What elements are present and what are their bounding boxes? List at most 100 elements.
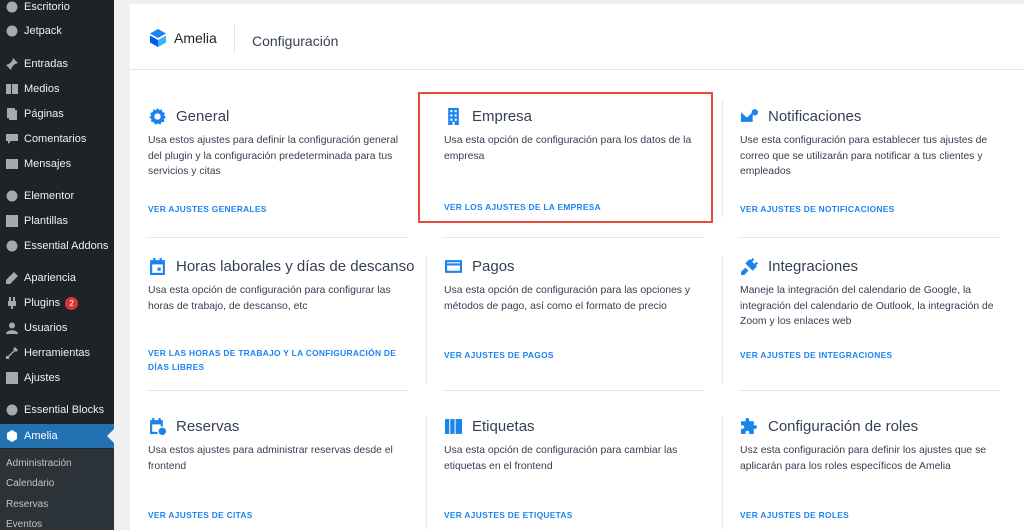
settings-card-horas-laborales: Horas laborales y días de descanso Usa e… [148, 255, 438, 372]
view-roles-settings-link[interactable]: VER AJUSTES DE ROLES [740, 509, 1000, 523]
essential-blocks-icon [6, 404, 18, 416]
card-description: Usa esta opción de configuración para lo… [444, 135, 692, 162]
page-title: Configuración [252, 33, 339, 49]
page-header: Amelia Configuración [130, 4, 1024, 70]
sidebar-item-elementor[interactable]: Elementor [0, 184, 114, 208]
card-title: Empresa [472, 107, 533, 125]
sidebar-item-essential-addons[interactable]: Essential Addons [0, 234, 114, 258]
card-description: Usz esta configuración para definir los … [740, 445, 987, 472]
amelia-logo[interactable]: Amelia [148, 28, 217, 48]
settings-card-roles: Configuración de roles Usz esta configur… [740, 415, 1024, 520]
sidebar-item-label: Amelia [24, 430, 58, 442]
card-description: Maneje la integración del calendario de … [740, 285, 994, 327]
sidebar-item-plantillas[interactable]: Plantillas [0, 209, 114, 233]
view-labels-settings-link[interactable]: VER AJUSTES DE ETIQUETAS [444, 509, 704, 523]
sidebar-item-label: Essential Addons [24, 240, 109, 252]
sidebar-item-label: Ajustes [24, 372, 61, 384]
credit-card-icon [444, 257, 462, 275]
divider [738, 237, 1000, 238]
sidebar-item-herramientas[interactable]: Herramientas [0, 341, 114, 365]
elementor-icon [6, 190, 18, 202]
card-description: Usa estos ajustes para definir la config… [148, 135, 399, 177]
email-notification-icon [740, 107, 758, 125]
submenu-item-calendario[interactable]: Calendario [6, 478, 54, 489]
view-notification-settings-link[interactable]: VER AJUSTES DE NOTIFICACIONES [740, 203, 1000, 217]
gear-icon [148, 107, 166, 125]
card-description: Usa esta opción de configuración para co… [148, 285, 391, 312]
plug-icon [740, 257, 758, 275]
submenu-item-eventos[interactable]: Eventos [6, 519, 42, 530]
card-description: Usa esta opción de configuración para la… [444, 285, 691, 312]
sidebar-item-amelia[interactable]: Amelia [0, 424, 114, 448]
sidebar-item-label: Apariencia [24, 272, 76, 284]
sidebar-item-jetpack[interactable]: Jetpack [0, 19, 114, 43]
settings-card-empresa: Empresa Usa esta opción de configuración… [444, 105, 734, 212]
pages-icon [6, 108, 18, 120]
sidebar-item-entradas[interactable]: Entradas [0, 52, 114, 76]
sidebar-item-label: Jetpack [24, 25, 62, 37]
divider [146, 237, 408, 238]
pin-icon [6, 58, 18, 70]
view-general-settings-link[interactable]: VER AJUSTES GENERALES [148, 203, 408, 217]
sidebar-item-label: Essential Blocks [24, 404, 105, 416]
sidebar-item-medios[interactable]: Medios [0, 77, 114, 101]
divider [738, 390, 1000, 391]
sidebar-item-paginas[interactable]: Páginas [0, 102, 114, 126]
sidebar-item-plugins[interactable]: Plugins 2 [0, 291, 114, 315]
card-title: Pagos [472, 257, 515, 275]
sidebar-item-label: Medios [24, 83, 60, 95]
card-title: Integraciones [768, 257, 859, 275]
settings-card-general: General Usa estos ajustes para definir l… [148, 105, 438, 214]
settings-card-reservas: Reservas Usa estos ajustes para administ… [148, 415, 438, 520]
sidebar-item-label: Elementor [24, 190, 75, 202]
header-divider [234, 24, 235, 54]
settings-card-integraciones: Integraciones Maneje la integración del … [740, 255, 1024, 360]
card-description: Usa esta opción de configuración para ca… [444, 445, 678, 472]
sidebar-item-label: Herramientas [24, 347, 91, 359]
building-icon [444, 107, 462, 125]
sidebar-item-mensajes[interactable]: Mensajes [0, 152, 114, 176]
sidebar-item-label: Usuarios [24, 322, 68, 334]
templates-icon [6, 215, 18, 227]
view-company-settings-link[interactable]: VER LOS AJUSTES DE LA EMPRESA [444, 201, 704, 215]
card-title: General [176, 107, 230, 125]
books-icon [444, 417, 462, 435]
card-title: Horas laborales y días de descanso [176, 257, 415, 275]
card-description: Usa estos ajustes para administrar reser… [148, 445, 393, 472]
view-working-hours-link[interactable]: VER LAS HORAS DE TRABAJO Y LA CONFIGURAC… [148, 347, 408, 374]
sidebar-item-apariencia[interactable]: Apariencia [0, 266, 114, 290]
card-title: Notificaciones [768, 107, 862, 125]
divider [442, 237, 704, 238]
settings-panel: General Usa estos ajustes para definir l… [130, 70, 1024, 530]
card-title: Configuración de roles [768, 417, 919, 435]
dashboard-icon [6, 1, 18, 13]
brand-name: Amelia [174, 30, 217, 46]
sidebar-item-label: Entradas [24, 58, 69, 70]
submenu-item-reservas[interactable]: Reservas [6, 499, 48, 510]
appearance-icon [6, 272, 18, 284]
messages-icon [6, 158, 18, 170]
view-booking-settings-link[interactable]: VER AJUSTES DE CITAS [148, 509, 408, 523]
sidebar-item-escritorio[interactable]: Escritorio [0, 0, 114, 19]
sidebar-item-label: Mensajes [24, 158, 72, 170]
view-payment-settings-link[interactable]: VER AJUSTES DE PAGOS [444, 349, 704, 363]
tools-icon [6, 347, 18, 359]
plugins-update-badge: 2 [65, 296, 79, 310]
sidebar-item-label: Plugins [24, 297, 61, 309]
sidebar-item-usuarios[interactable]: Usuarios [0, 316, 114, 340]
puzzle-icon [740, 417, 758, 435]
card-title: Etiquetas [472, 417, 535, 435]
settings-card-notificaciones: Notificaciones Use esta configuración pa… [740, 105, 1024, 215]
sidebar-item-ajustes[interactable]: Ajustes [0, 366, 114, 390]
submenu-item-administracion[interactable]: Administración [6, 458, 72, 469]
essential-addons-icon [6, 240, 18, 252]
settings-card-pagos: Pagos Usa esta opción de configuración p… [444, 255, 734, 361]
sidebar-item-comentarios[interactable]: Comentarios [0, 127, 114, 151]
view-integrations-settings-link[interactable]: VER AJUSTES DE INTEGRACIONES [740, 349, 1000, 363]
calendar-clock-icon [148, 417, 166, 435]
calendar-icon [148, 257, 166, 275]
amelia-icon [6, 430, 18, 442]
main-content: Amelia Configuración General Usa estos a… [130, 0, 1024, 530]
amelia-logo-icon [150, 29, 166, 47]
sidebar-item-essential-blocks[interactable]: Essential Blocks [0, 398, 114, 422]
